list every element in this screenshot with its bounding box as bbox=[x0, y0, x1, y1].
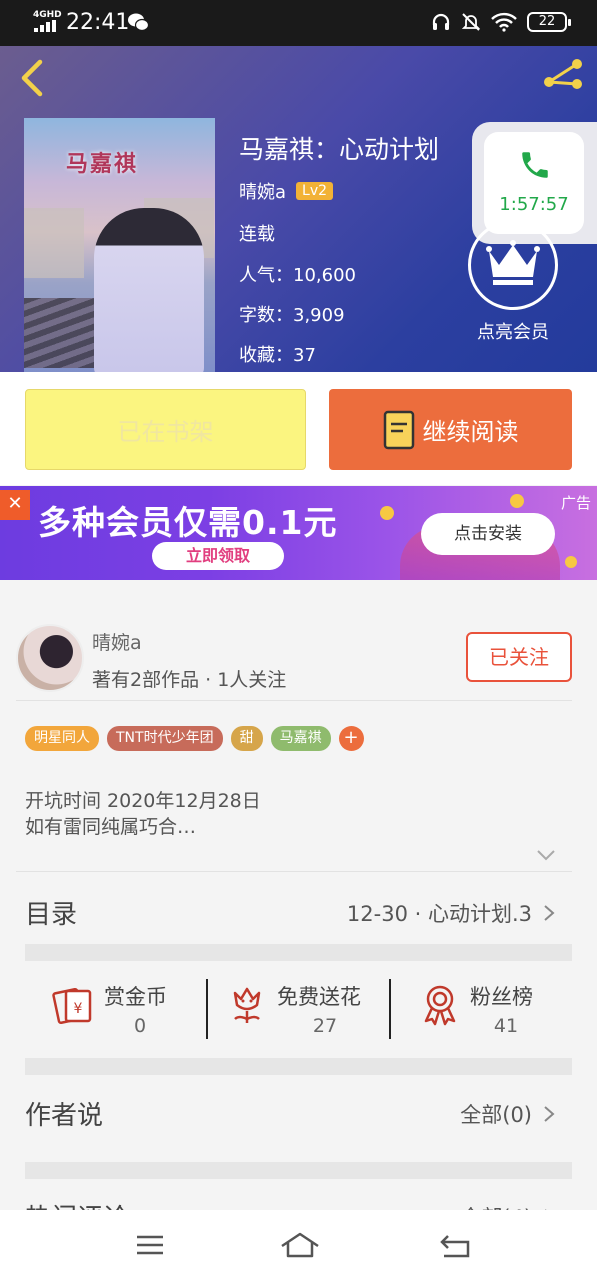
flower-icon bbox=[233, 987, 261, 1023]
action-bar: 已在书架 继续阅读 bbox=[0, 372, 597, 485]
divider bbox=[16, 871, 572, 872]
author-says-count: 全部(0) bbox=[460, 1103, 532, 1127]
stat-separator bbox=[389, 979, 391, 1039]
ad-claim-button[interactable]: 立即领取 bbox=[152, 542, 284, 570]
tag-chip[interactable]: TNT时代少年团 bbox=[107, 726, 223, 751]
author-avatar[interactable] bbox=[16, 624, 84, 692]
continue-reading-label: 继续阅读 bbox=[422, 418, 519, 446]
latest-chapter: 12-30 · 心动计划.3 bbox=[346, 902, 532, 926]
author-card-subtitle: 著有2部作品 · 1人关注 bbox=[92, 669, 287, 691]
bell-muted-icon bbox=[461, 13, 481, 31]
stat-value: 0 bbox=[133, 1015, 147, 1037]
reward-coin-stat[interactable]: ¥ 赏金币 0 bbox=[52, 975, 202, 1045]
reward-stats: ¥ 赏金币 0 免费送花 27 粉丝榜 41 bbox=[25, 961, 572, 1058]
ad-banner[interactable]: ✕ 多种会员仅需0.1元 立即领取 广告 点击安装 bbox=[0, 486, 597, 580]
chevron-right-icon bbox=[544, 905, 555, 921]
coin-decoration bbox=[565, 556, 577, 568]
back-arrow-icon[interactable] bbox=[14, 58, 50, 98]
author-says-label: 作者说 bbox=[25, 1101, 104, 1131]
call-duration: 1:57:57 bbox=[499, 194, 569, 215]
phone-icon bbox=[522, 152, 548, 178]
ad-close-icon[interactable]: ✕ bbox=[0, 490, 30, 520]
stat-value: 41 bbox=[493, 1015, 519, 1037]
ad-tag: 广告 bbox=[560, 494, 591, 512]
back-icon[interactable] bbox=[438, 1230, 472, 1260]
continue-reading-button[interactable]: 继续阅读 bbox=[329, 389, 572, 470]
on-shelf-button[interactable]: 已在书架 bbox=[25, 389, 306, 470]
free-flower-stat[interactable]: 免费送花 27 bbox=[225, 975, 385, 1045]
author-card: 晴婉a 著有2部作品 · 1人关注 已关注 明星同人 TNT时代少年团 甜 马嘉… bbox=[0, 612, 597, 872]
share-icon[interactable] bbox=[541, 56, 587, 90]
stat-label: 粉丝榜 bbox=[470, 985, 533, 1009]
tag-list: 明星同人 TNT时代少年团 甜 马嘉祺 + bbox=[25, 726, 364, 751]
book-header: 马嘉祺 马嘉祺：心动计划 晴婉a Lv2 连载 人气：10,600 字数：3,9… bbox=[0, 46, 597, 372]
fan-ranking-stat[interactable]: 粉丝榜 41 bbox=[418, 975, 568, 1045]
book-intro[interactable]: 开坑时间 2020年12月28日 如有雷同纯属巧合… bbox=[25, 788, 261, 840]
wechat-icon bbox=[128, 13, 149, 32]
tag-chip[interactable]: 明星同人 bbox=[25, 726, 99, 751]
table-of-contents-row[interactable]: 目录 12-30 · 心动计划.3 bbox=[25, 876, 572, 946]
divider bbox=[16, 700, 572, 701]
book-status: 连载 bbox=[239, 224, 275, 245]
ad-headline: 多种会员仅需0.1元 bbox=[38, 503, 338, 542]
coin-decoration bbox=[380, 506, 394, 520]
signal-icon bbox=[34, 20, 58, 32]
wifi-icon bbox=[491, 12, 517, 32]
intro-line: 如有雷同纯属巧合… bbox=[25, 816, 197, 838]
add-tag-button[interactable]: + bbox=[338, 726, 364, 751]
home-icon[interactable] bbox=[280, 1230, 320, 1260]
cover-figure bbox=[94, 208, 204, 372]
headphones-icon bbox=[432, 13, 450, 30]
section-divider bbox=[25, 1058, 572, 1075]
battery-indicator: 22 bbox=[527, 12, 571, 32]
stat-label: 免费送花 bbox=[277, 985, 361, 1009]
system-nav-bar bbox=[0, 1210, 597, 1280]
section-divider bbox=[25, 944, 572, 961]
word-count: 字数：3,909 bbox=[239, 305, 345, 326]
status-bar: 4GHD 22:41 22 bbox=[0, 0, 597, 46]
stat-value: 27 bbox=[312, 1015, 338, 1037]
red-envelope-icon: ¥ bbox=[52, 987, 92, 1025]
crown-icon bbox=[486, 240, 540, 285]
stat-separator bbox=[206, 979, 208, 1039]
ad-install-button[interactable]: 点击安装 bbox=[421, 513, 555, 555]
favorites-count: 收藏：37 bbox=[239, 345, 316, 366]
book-title: 马嘉祺：心动计划 bbox=[239, 135, 440, 164]
menu-icon[interactable] bbox=[133, 1230, 167, 1260]
medal-icon bbox=[424, 985, 456, 1026]
followed-button[interactable]: 已关注 bbox=[466, 632, 572, 682]
chevron-right-icon bbox=[544, 1106, 555, 1122]
stat-label: 赏金币 bbox=[104, 985, 167, 1009]
chevron-down-icon[interactable] bbox=[536, 849, 556, 861]
author-name[interactable]: 晴婉a bbox=[239, 178, 286, 204]
level-badge: Lv2 bbox=[296, 182, 334, 200]
svg-text:¥: ¥ bbox=[74, 1001, 83, 1017]
coin-decoration bbox=[510, 494, 524, 508]
intro-line: 开坑时间 2020年12月28日 bbox=[25, 790, 261, 812]
clock: 22:41 bbox=[66, 10, 130, 35]
popularity-count: 人气：10,600 bbox=[239, 265, 356, 286]
author-says-row[interactable]: 作者说 全部(0) bbox=[25, 1077, 572, 1147]
author-card-name[interactable]: 晴婉a bbox=[92, 628, 142, 655]
book-icon bbox=[383, 410, 414, 449]
tag-chip[interactable]: 甜 bbox=[230, 726, 263, 751]
toc-label: 目录 bbox=[25, 900, 78, 930]
network-type: 4GHD bbox=[33, 10, 62, 20]
book-cover[interactable]: 马嘉祺 bbox=[24, 118, 215, 372]
vip-button[interactable]: 点亮会员 bbox=[466, 220, 560, 344]
tag-chip[interactable]: 马嘉祺 bbox=[270, 726, 331, 751]
cover-title: 马嘉祺 bbox=[66, 152, 139, 177]
vip-label: 点亮会员 bbox=[477, 322, 549, 343]
section-divider bbox=[25, 1162, 572, 1179]
